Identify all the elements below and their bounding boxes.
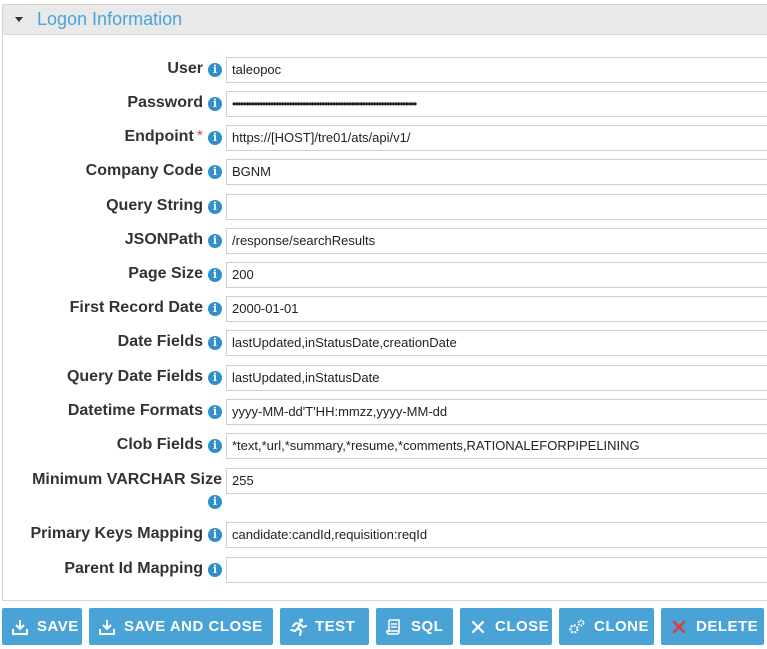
- field-label: JSONPath: [124, 231, 203, 248]
- field-row-query-string: Query String i: [0, 194, 767, 220]
- field-label: Endpoint: [124, 128, 194, 145]
- field-row-parent-id-mapping: Parent Id Mapping i: [0, 557, 767, 583]
- field-row-minimum-varchar-size: Minimum VARCHAR Size i 255: [0, 468, 767, 510]
- field-row-user: User i taleopoc: [0, 57, 767, 83]
- download-icon: [98, 618, 116, 636]
- info-icon[interactable]: i: [208, 63, 222, 77]
- info-icon[interactable]: i: [208, 495, 222, 509]
- company-code-input[interactable]: BGNM: [226, 159, 767, 185]
- save-button[interactable]: SAVE: [2, 608, 82, 645]
- required-marker: *: [196, 128, 203, 145]
- field-row-date-fields: Date Fields i lastUpdated,inStatusDate,c…: [0, 330, 767, 356]
- x-icon: [469, 618, 487, 636]
- field-label-wrap: Endpoint *: [124, 128, 203, 146]
- clob-fields-input[interactable]: *text,*url,*summary,*resume,*comments,RA…: [226, 433, 767, 459]
- info-icon[interactable]: i: [208, 528, 222, 542]
- field-label: Parent Id Mapping: [64, 560, 203, 577]
- field-label: Company Code: [85, 162, 203, 179]
- endpoint-input[interactable]: https://[HOST]/tre01/ats/api/v1/: [226, 125, 767, 151]
- query-date-fields-input[interactable]: lastUpdated,inStatusDate: [226, 365, 767, 391]
- field-label: Query Date Fields: [66, 368, 203, 385]
- minimum-varchar-size-input[interactable]: 255: [226, 468, 767, 494]
- sql-button-label: SQL: [411, 618, 444, 635]
- running-person-icon: [289, 618, 307, 636]
- info-icon[interactable]: i: [208, 234, 222, 248]
- gears-icon: [568, 618, 586, 636]
- info-icon[interactable]: i: [208, 405, 222, 419]
- download-icon: [11, 618, 29, 636]
- panel-title: Logon Information: [37, 9, 183, 29]
- test-button-label: TEST: [315, 618, 356, 635]
- field-label: Datetime Formats: [67, 402, 203, 419]
- info-icon[interactable]: i: [208, 336, 222, 350]
- info-icon[interactable]: i: [208, 97, 222, 111]
- info-icon[interactable]: i: [208, 165, 222, 179]
- datetime-formats-input[interactable]: yyyy-MM-dd'T'HH:mmzz,yyyy-MM-dd: [226, 399, 767, 425]
- collapse-caret-icon[interactable]: [15, 17, 23, 22]
- parent-id-mapping-input[interactable]: [226, 557, 767, 583]
- delete-button[interactable]: DELETE: [661, 608, 764, 645]
- sql-button[interactable]: SQL: [376, 608, 453, 645]
- scroll-icon: [385, 618, 403, 636]
- info-icon[interactable]: i: [208, 131, 222, 145]
- clone-button[interactable]: CLONE: [559, 608, 654, 645]
- field-row-jsonpath: JSONPath i /response/searchResults: [0, 228, 767, 254]
- primary-keys-mapping-input[interactable]: candidate:candId,requisition:reqId: [226, 522, 767, 548]
- date-fields-input[interactable]: lastUpdated,inStatusDate,creationDate: [226, 330, 767, 356]
- field-row-datetime-formats: Datetime Formats i yyyy-MM-dd'T'HH:mmzz,…: [0, 399, 767, 425]
- field-label: Query String: [106, 197, 203, 214]
- password-input[interactable]: ••••••••••••••••••••••••••••••••••••••••…: [226, 91, 767, 117]
- close-button[interactable]: CLOSE: [460, 608, 552, 645]
- field-row-company-code: Company Code i BGNM: [0, 159, 767, 185]
- save-and-close-button-label: SAVE AND CLOSE: [124, 618, 263, 635]
- info-icon[interactable]: i: [208, 302, 222, 316]
- field-label: Clob Fields: [116, 436, 203, 453]
- first-record-date-input[interactable]: 2000-01-01: [226, 296, 767, 322]
- field-label: Minimum VARCHAR Size: [32, 471, 222, 488]
- test-button[interactable]: TEST: [280, 608, 369, 645]
- close-button-label: CLOSE: [495, 618, 550, 635]
- field-row-page-size: Page Size i 200: [0, 262, 767, 288]
- clone-button-label: CLONE: [594, 618, 649, 635]
- field-label: Password: [127, 94, 203, 111]
- info-icon[interactable]: i: [208, 563, 222, 577]
- delete-x-icon: [670, 618, 688, 636]
- info-icon[interactable]: i: [208, 371, 222, 385]
- delete-button-label: DELETE: [696, 618, 759, 635]
- field-label: Page Size: [128, 265, 203, 282]
- field-label: Primary Keys Mapping: [30, 525, 204, 542]
- info-icon[interactable]: i: [208, 200, 222, 214]
- field-label: Date Fields: [117, 333, 203, 350]
- field-row-primary-keys-mapping: Primary Keys Mapping i candidate:candId,…: [0, 522, 767, 548]
- field-label: First Record Date: [69, 299, 203, 316]
- field-row-first-record-date: First Record Date i 2000-01-01: [0, 296, 767, 322]
- save-button-label: SAVE: [37, 618, 79, 635]
- info-icon[interactable]: i: [208, 439, 222, 453]
- field-row-clob-fields: Clob Fields i *text,*url,*summary,*resum…: [0, 433, 767, 459]
- jsonpath-input[interactable]: /response/searchResults: [226, 228, 767, 254]
- panel-header[interactable]: Logon Information: [3, 5, 767, 35]
- user-input[interactable]: taleopoc: [226, 57, 767, 83]
- field-row-query-date-fields: Query Date Fields i lastUpdated,inStatus…: [0, 365, 767, 391]
- field-label: User: [167, 60, 203, 77]
- field-row-password: Password i •••••••••••••••••••••••••••••…: [0, 91, 767, 117]
- save-and-close-button[interactable]: SAVE AND CLOSE: [89, 608, 273, 645]
- page-size-input[interactable]: 200: [226, 262, 767, 288]
- query-string-input[interactable]: [226, 194, 767, 220]
- info-icon[interactable]: i: [208, 268, 222, 282]
- field-row-endpoint: Endpoint * i https://[HOST]/tre01/ats/api…: [0, 125, 767, 151]
